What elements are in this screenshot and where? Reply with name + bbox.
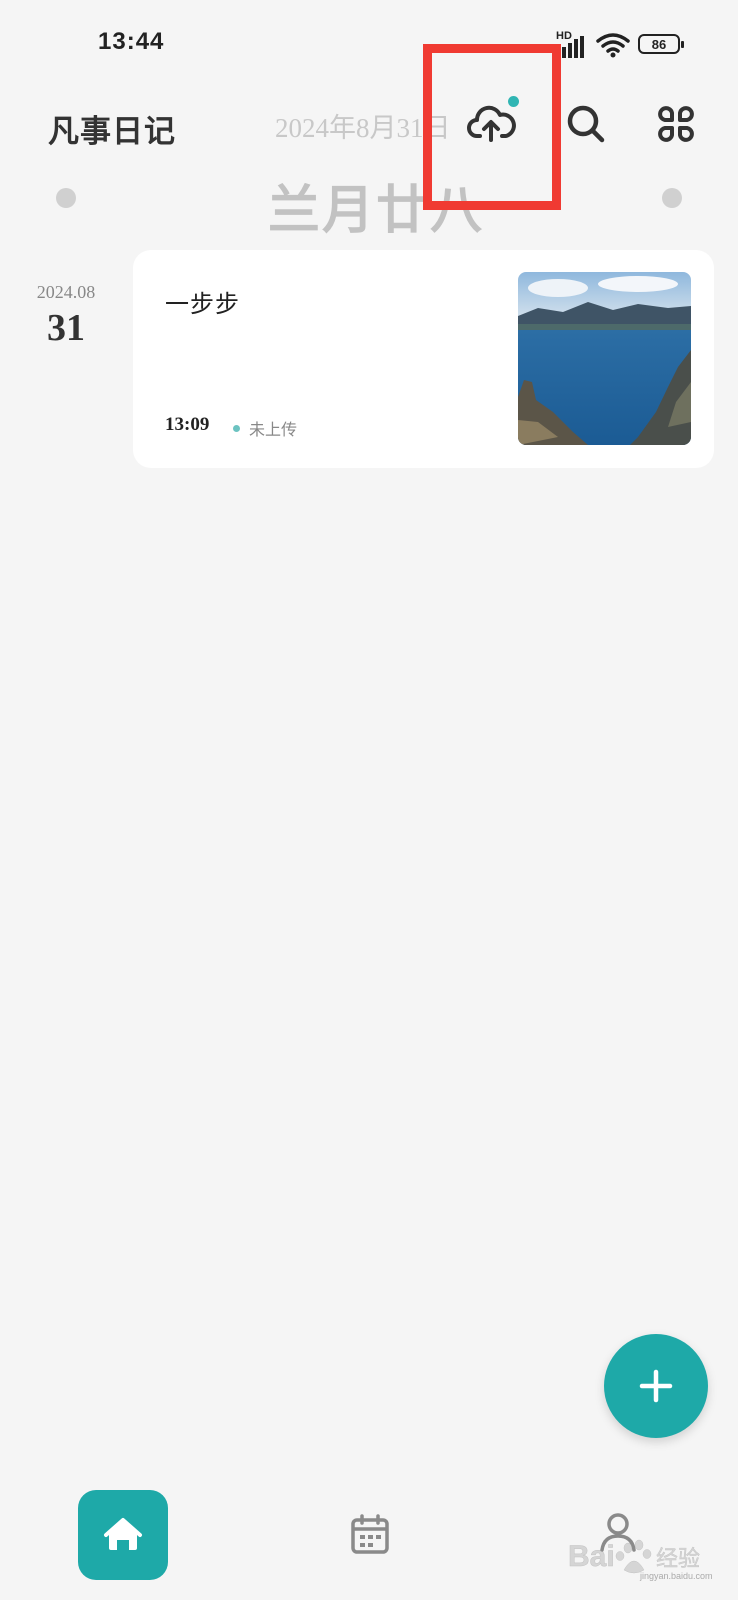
watermark-url: jingyan.baidu.com: [640, 1571, 713, 1581]
add-entry-button[interactable]: [604, 1334, 708, 1438]
page-dot-right: [662, 188, 682, 208]
grid-menu-icon[interactable]: [654, 102, 698, 146]
page-dot-left: [56, 188, 76, 208]
entry-year-month: 2024.08: [36, 282, 96, 302]
app-title: 凡事日记: [48, 114, 176, 150]
battery-icon: 86: [638, 34, 684, 54]
home-icon: [104, 1518, 142, 1550]
svg-text:Bai: Bai: [568, 1540, 615, 1573]
upload-status: 未上传: [249, 422, 298, 439]
entry-day: 31: [47, 307, 85, 349]
entry-title: 一步步: [165, 291, 240, 318]
calendar-icon[interactable]: [348, 1512, 392, 1556]
status-time: 13:44: [98, 28, 165, 55]
upload-status-dot: [233, 425, 240, 432]
svg-text:经验: 经验: [656, 1547, 700, 1572]
wifi-icon: [596, 33, 630, 58]
diary-entry-card[interactable]: 一步步 13:09 未上传: [133, 250, 714, 468]
signal-icon: [556, 36, 584, 58]
highlight-annotation-box: [423, 44, 561, 210]
entry-time: 13:09: [165, 414, 210, 435]
plus-icon: [639, 1369, 673, 1403]
entry-photo[interactable]: [518, 272, 691, 445]
nav-home-button[interactable]: [78, 1490, 168, 1580]
search-icon[interactable]: [564, 102, 608, 146]
